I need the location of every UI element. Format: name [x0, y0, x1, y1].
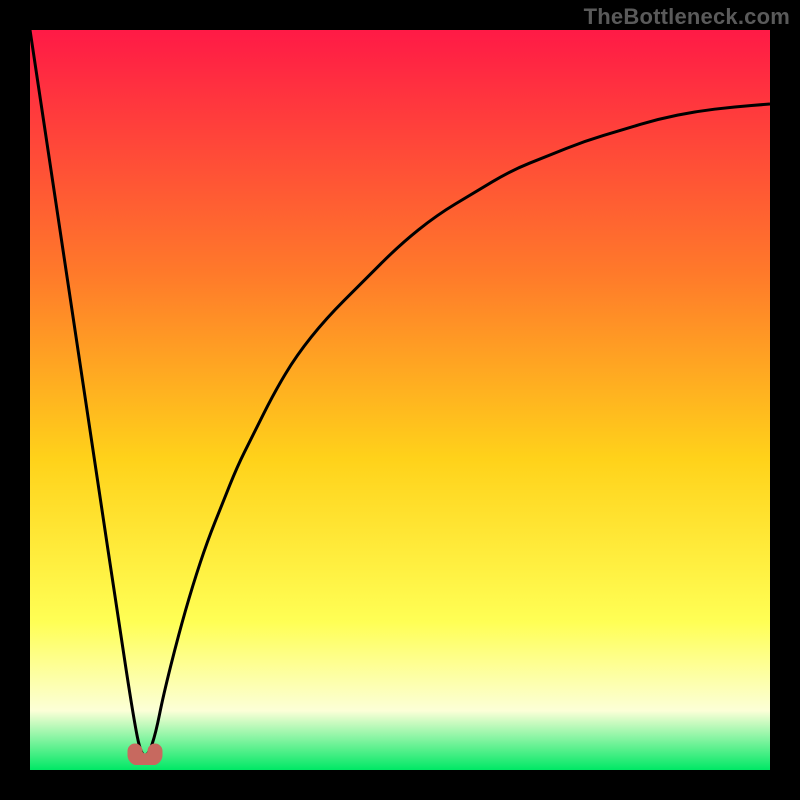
trough-marker [122, 741, 168, 765]
gradient-background [30, 30, 770, 770]
watermark-text: TheBottleneck.com [584, 4, 790, 30]
plot-area [30, 30, 770, 770]
plot-svg [30, 30, 770, 770]
trough-marker-shape [128, 744, 162, 765]
chart-frame: TheBottleneck.com [0, 0, 800, 800]
